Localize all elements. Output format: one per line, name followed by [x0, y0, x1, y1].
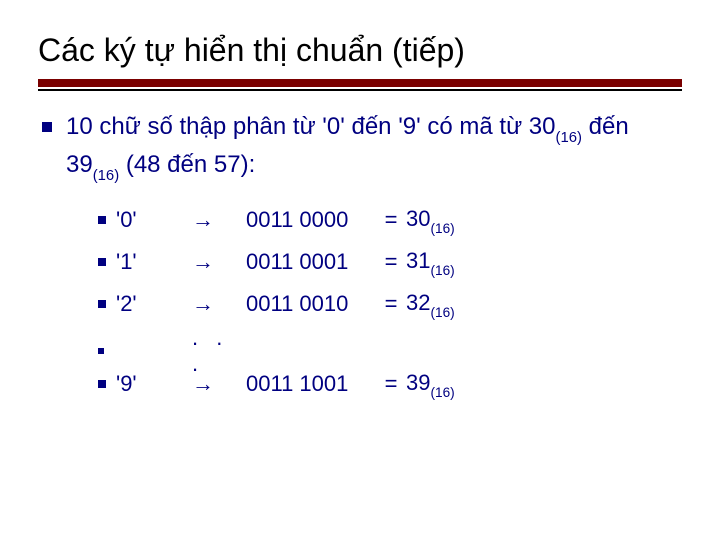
hex-number: 31	[406, 248, 430, 273]
ellipsis-row: . . .	[98, 325, 682, 363]
mapping-table: '0' → 0011 0000 = 30(16) '1' → 0011 0001…	[38, 199, 682, 405]
hex-value: 39(16)	[406, 370, 470, 398]
square-bullet-icon	[42, 122, 52, 132]
underline-red	[38, 79, 682, 87]
square-bullet-icon	[98, 348, 116, 354]
hex-value: 31(16)	[406, 248, 470, 276]
square-bullet-icon	[98, 300, 116, 308]
equals-sign: =	[376, 371, 406, 397]
hex-subscript: (16)	[430, 305, 454, 320]
arrow-icon: →	[192, 371, 246, 397]
hex-number: 39	[406, 370, 430, 395]
binary-value: 0011 0001	[246, 249, 376, 275]
hex-subscript: (16)	[430, 385, 454, 400]
table-row: '1' → 0011 0001 = 31(16)	[98, 241, 682, 283]
arrow-icon: →	[192, 249, 246, 275]
char-literal: '0'	[116, 207, 192, 233]
slide: Các ký tự hiển thị chuẩn (tiếp) 10 chữ s…	[0, 0, 720, 405]
ellipsis: . . .	[192, 325, 246, 377]
arrow-icon: →	[192, 291, 246, 317]
table-row: '9' → 0011 1001 = 39(16)	[98, 363, 682, 405]
binary-value: 0011 0000	[246, 207, 376, 233]
char-literal: '2'	[116, 291, 192, 317]
square-bullet-icon	[98, 380, 116, 388]
hex-value: 32(16)	[406, 290, 470, 318]
square-bullet-icon	[98, 216, 116, 224]
square-bullet-icon	[98, 258, 116, 266]
table-row: '0' → 0011 0000 = 30(16)	[98, 199, 682, 241]
equals-sign: =	[376, 249, 406, 275]
lead-suffix: (48 đến 57):	[119, 151, 255, 178]
binary-value: 0011 1001	[246, 371, 376, 397]
table-row: '2' → 0011 0010 = 32(16)	[98, 283, 682, 325]
binary-value: 0011 0010	[246, 291, 376, 317]
lead-bullet-row: 10 chữ số thập phân từ '0' đến '9' có mã…	[38, 109, 682, 185]
hex-number: 30	[406, 206, 430, 231]
hex-number: 32	[406, 290, 430, 315]
hex-subscript: (16)	[430, 263, 454, 278]
char-literal: '9'	[116, 371, 192, 397]
lead-sub1: (16)	[556, 130, 582, 146]
lead-sub2: (16)	[93, 168, 119, 184]
char-literal: '1'	[116, 249, 192, 275]
content-area: 10 chữ số thập phân từ '0' đến '9' có mã…	[38, 109, 682, 405]
title-underline	[38, 79, 682, 91]
slide-title: Các ký tự hiển thị chuẩn (tiếp)	[38, 32, 682, 77]
hex-value: 30(16)	[406, 206, 470, 234]
lead-prefix: 10 chữ số thập phân từ '0' đến '9' có mã…	[66, 113, 556, 140]
equals-sign: =	[376, 207, 406, 233]
hex-subscript: (16)	[430, 221, 454, 236]
equals-sign: =	[376, 291, 406, 317]
underline-thin	[38, 89, 682, 91]
lead-text: 10 chữ số thập phân từ '0' đến '9' có mã…	[66, 109, 682, 185]
arrow-icon: →	[192, 207, 246, 233]
